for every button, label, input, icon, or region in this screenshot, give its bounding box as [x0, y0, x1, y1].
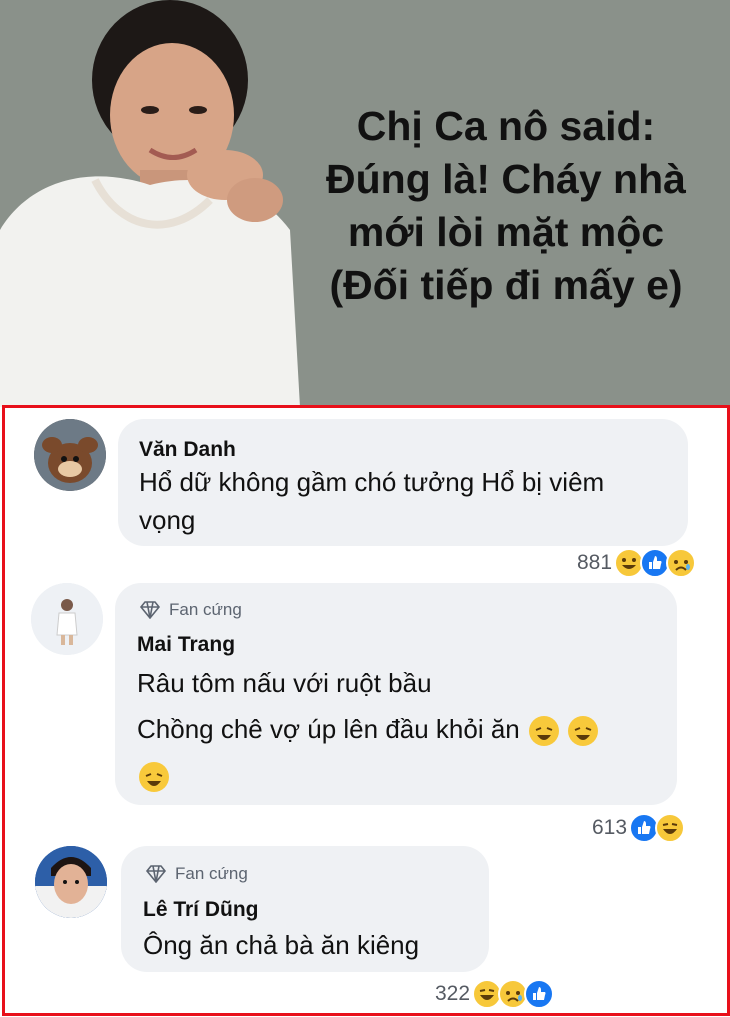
comment-line: vọng	[139, 505, 196, 535]
meme-banner: Chị Ca nô said: Đúng là! Cháy nhà mới lò…	[0, 0, 730, 407]
headline-line: mới lòi mặt mộc	[347, 209, 665, 255]
fan-badge: Fan cứng	[139, 600, 242, 620]
reaction-count: 613	[592, 816, 628, 839]
banner-headline: Chị Ca nô said: Đúng là! Cháy nhà mới lò…	[282, 100, 730, 312]
commenter-name[interactable]: Văn Danh	[139, 438, 236, 462]
reaction-summary[interactable]: 613	[592, 813, 686, 843]
comment-line: Hổ dữ không gầm chó tưởng Hổ bị viêm	[139, 467, 605, 497]
comment-text: Hổ dữ không gầm chó tưởng Hổ bị viêm vọn…	[139, 463, 679, 539]
comment-line: Chồng chê vợ úp lên đầu khỏi ăn	[137, 706, 677, 752]
fan-badge-label: Fan cứng	[175, 864, 248, 883]
comments-frame: Văn Danh Hổ dữ không gầm chó tưởng Hổ bị…	[2, 405, 730, 1016]
like-icon	[524, 979, 555, 1009]
reaction-count: 322	[435, 982, 471, 1005]
commenter-name[interactable]: Lê Trí Dũng	[143, 898, 259, 922]
commenter-name[interactable]: Mai Trang	[137, 633, 235, 657]
diamond-icon	[145, 865, 167, 883]
reaction-summary[interactable]: 322	[435, 979, 555, 1009]
comment-line: Râu tôm nấu với ruột bầu	[137, 668, 432, 698]
diamond-icon	[139, 601, 161, 619]
haha-icon	[655, 813, 686, 843]
comment-line: Ông ăn chả bà ăn kiêng	[143, 930, 420, 960]
rofl-emoji-icon	[139, 762, 169, 793]
fan-badge-label: Fan cứng	[169, 600, 242, 619]
avatar[interactable]	[31, 583, 103, 655]
headline-line: Chị Ca nô said:	[356, 103, 656, 149]
sad-icon	[666, 548, 697, 578]
rofl-emoji-icon	[568, 716, 599, 747]
avatar[interactable]	[34, 419, 106, 491]
avatar[interactable]	[35, 846, 107, 918]
reaction-summary[interactable]: 881	[577, 548, 697, 578]
comment-text: Ông ăn chả bà ăn kiêng	[143, 926, 483, 964]
fan-badge: Fan cứng	[145, 864, 248, 884]
reaction-count: 881	[577, 551, 613, 574]
headline-line: Đúng là! Cháy nhà	[326, 156, 686, 202]
comment-text: Râu tôm nấu với ruột bầu Chồng chê vợ úp…	[137, 660, 677, 798]
headline-line: (Đối tiếp đi mấy e)	[329, 262, 683, 308]
comment-line	[137, 752, 677, 798]
rofl-emoji-icon	[529, 716, 559, 747]
